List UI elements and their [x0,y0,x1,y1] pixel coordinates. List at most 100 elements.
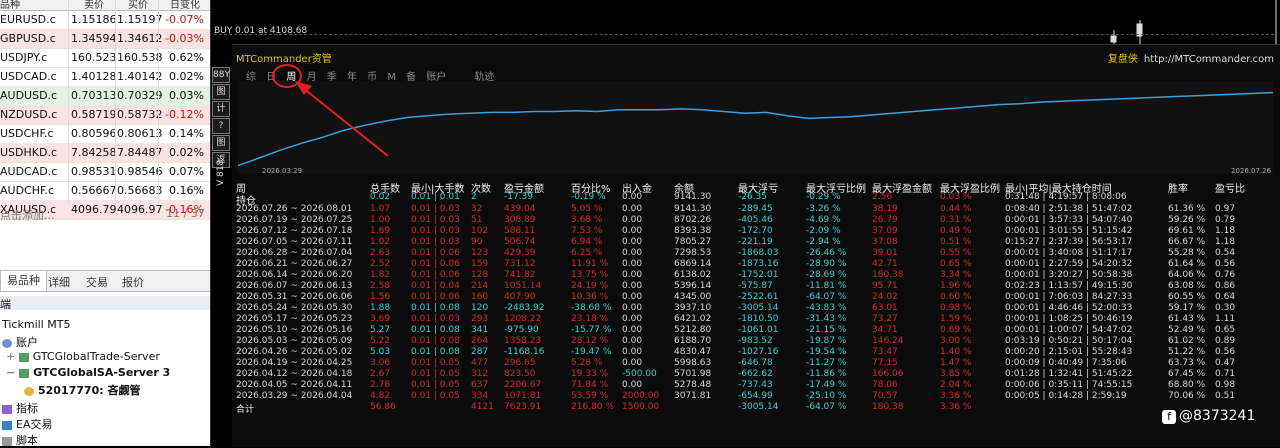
week-row-cell: -25.10 % [806,391,847,401]
week-row-cell: 0.00 [622,380,643,390]
week-row-cell: 123 [471,248,489,258]
week-row-cell: 102 [471,226,489,236]
week-row-cell: 0.00 [622,204,643,214]
week-row-cell: 51.22 % [1168,347,1206,357]
week-row-cell: 2026.06.28 ~ 2026.07.04 [236,248,353,258]
week-row-cell: 0.01 | 0.03 [411,237,460,247]
week-row-cell: 5.05 % [571,204,603,214]
week-row-cell: 67.45 % [1168,369,1206,379]
week-row-cell: -28.90 % [806,259,847,269]
week-row-cell: 26.79 [872,215,898,225]
week-row-cell: 1071.81 [504,391,542,401]
holding-cell: -26.35 [738,192,768,202]
week-row-cell: 69.61 % [1168,226,1206,236]
week-row-cell: 42.71 [872,259,898,269]
week-row-cell: 0:00:01 | 3:20:27 | 50:58:38 [1005,270,1133,280]
week-row-cell: -2.94 % [806,237,841,247]
week-row-cell: 0:00:01 | 1:00:07 | 54:47:02 [1005,325,1133,335]
week-row-cell: 0.01 | 0.03 [411,314,460,324]
week-row-cell: 308.89 [504,215,536,225]
week-row-cell: 0.98 [1215,380,1236,390]
column-header: 盈亏比 [1215,184,1245,195]
week-row-cell: -11.27 % [806,358,847,368]
week-row-cell: 0.00 [622,226,643,236]
week-row-cell: 2026.04.12 ~ 2026.04.18 [236,369,353,379]
week-row-cell: 6421.02 [674,314,712,324]
week-row-cell: 2.52 [370,259,391,269]
week-row-cell: 3937.10 [674,303,712,313]
week-row-cell: 2026.03.29 ~ 2026.04.04 [236,391,353,401]
week-row-cell: 73.47 [872,347,898,357]
week-row-cell: -4.69 % [806,215,841,225]
week-row-cell: 1.02 [370,237,391,247]
week-row-cell: 0.49 % [940,226,972,236]
week-row-cell: 0:00:01 | 1:08:25 | 50:46:19 [1005,314,1133,324]
week-row-cell: -3.26 % [806,204,841,214]
week-row-cell: 78.06 [872,380,898,390]
week-row-cell: 19.33 % [571,369,609,379]
week-row-cell: 0.44 % [940,204,972,214]
week-row-cell: 8393.38 [674,226,712,236]
week-row-cell: 37.08 [872,237,898,247]
week-row-cell: 1.40 % [940,347,972,357]
week-row-cell: 3.85 % [940,369,972,379]
watermark-icon: f [1162,410,1176,424]
week-row-cell: 2206.67 [504,380,542,390]
week-row-cell: 5212.80 [674,325,712,335]
week-row-cell: 146.24 [872,336,904,346]
week-row-cell: 1.47 % [940,358,972,368]
week-row-cell: -19.87 % [806,336,847,346]
week-row-cell: 2026.07.12 ~ 2026.07.18 [236,226,353,236]
week-row-cell: -654.99 [738,391,773,401]
week-row-cell: 823.50 [504,369,536,379]
week-row-cell: 61.43 % [1168,314,1206,324]
week-row-cell: 0.00 [622,237,643,247]
week-row-cell: -983.52 [738,336,773,346]
week-row-cell: 0.98 % [940,303,972,313]
week-row-cell: 2026.07.26 ~ 2026.08.01 [236,204,353,214]
week-row-cell: 0.51 [1215,391,1236,401]
week-row-cell: 24.19 % [571,281,609,291]
total-row-cell: 7623.91 [504,402,542,412]
week-row-cell: 0:00:01 | 3:01:55 | 51:15:42 [1005,226,1133,236]
week-row-cell: 53.59 % [571,391,609,401]
week-row-cell: -43.83 % [806,303,847,313]
week-row-cell: 166.06 [872,369,904,379]
week-row-cell: 3.00 % [940,336,972,346]
week-row-cell: 731.12 [504,259,536,269]
week-row-cell: -1168.16 [504,347,545,357]
week-row-cell: 287 [471,347,489,357]
total-row-cell: 216.80 % [571,402,614,412]
week-row-cell: 24.02 [872,292,898,302]
week-row-cell: 0.01 | 0.08 [411,325,460,335]
week-row-cell: 0.30 [1215,303,1236,313]
week-row-cell: -2.09 % [806,226,841,236]
week-row-cell: -1061.01 [738,325,779,335]
week-row-cell: 0:00:01 | 3:57:33 | 54:07:40 [1005,215,1133,225]
week-row-cell: 2026.06.14 ~ 2026.06.20 [236,270,353,280]
week-row-cell: 0.69 % [940,325,972,335]
week-row-cell: 55.28 % [1168,248,1206,258]
week-row-cell: 39.01 [872,248,898,258]
week-row-cell: 296.65 [504,358,536,368]
week-row-cell: 0.01 | 0.06 [411,270,460,280]
week-row-cell: 159 [471,259,489,269]
week-row-cell: 3.69 [370,314,391,324]
week-row-cell: -3005.14 [738,303,779,313]
holding-cell: -0.19 % [571,192,606,202]
week-row-cell: 7805.27 [674,237,712,247]
week-row-cell: 5998.63 [674,358,712,368]
week-row-cell: 2026.05.10 ~ 2026.05.16 [236,325,353,335]
week-row-cell: 1.82 [370,270,391,280]
week-row-cell: 1051.14 [504,281,542,291]
week-row-cell: 0.56 [1215,347,1236,357]
total-row-cell: 180.38 [872,402,904,412]
week-row-cell: -21.15 % [806,325,847,335]
week-row-cell: 293 [471,314,489,324]
week-row-cell: 5.22 [370,336,391,346]
total-row-cell: -3005.14 [738,402,779,412]
week-row-cell: 2026.04.26 ~ 2026.05.02 [236,347,353,357]
week-row-cell: 2026.06.21 ~ 2026.06.27 [236,259,353,269]
week-row-cell: 63.08 % [1168,281,1206,291]
week-row-cell: 0.00 [622,325,643,335]
